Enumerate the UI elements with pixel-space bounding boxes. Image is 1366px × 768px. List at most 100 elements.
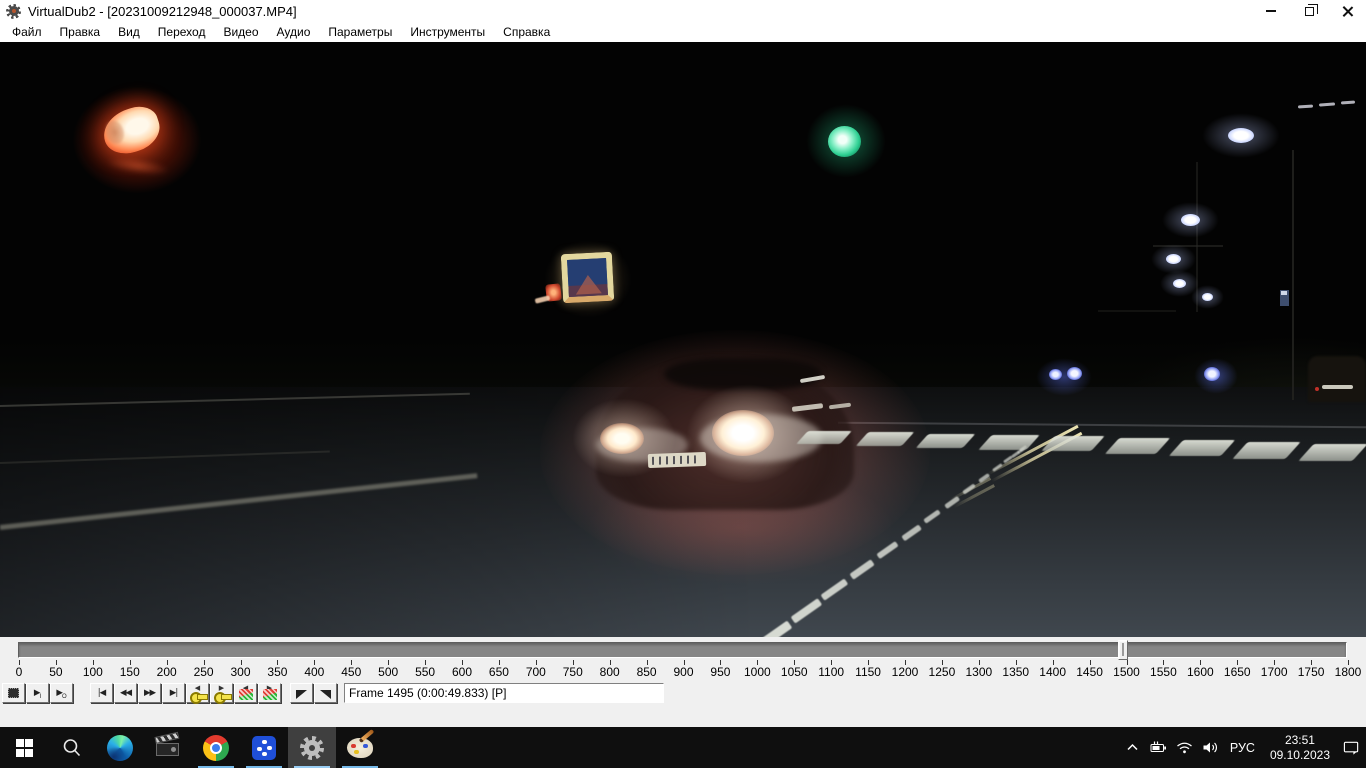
tick-label: 250 xyxy=(184,665,224,679)
play-output-sub: O xyxy=(62,694,67,700)
scene-icon xyxy=(263,689,277,700)
tick-label: 600 xyxy=(442,665,482,679)
menu-item-6[interactable]: Параметры xyxy=(319,23,401,41)
chevron-up-icon xyxy=(1125,740,1140,755)
stop-icon xyxy=(8,688,19,698)
distant-headlight xyxy=(1067,367,1082,380)
menu-item-7[interactable]: Инструменты xyxy=(401,23,494,41)
menu-item-3[interactable]: Переход xyxy=(149,23,215,41)
power-line-highlight xyxy=(1319,102,1335,106)
sign-small-light xyxy=(535,295,551,303)
crosswalk-sign xyxy=(561,252,614,304)
wifi-icon xyxy=(1176,740,1193,755)
search-icon xyxy=(61,737,83,759)
timeline: 0501001502002503003504004505005506006507… xyxy=(0,637,1366,681)
tick-label: 100 xyxy=(73,665,113,679)
menu-item-4[interactable]: Видео xyxy=(214,23,267,41)
menu-item-1[interactable]: Правка xyxy=(51,23,110,41)
brush-icon xyxy=(359,729,375,743)
tick-label: 1550 xyxy=(1143,665,1183,679)
pole-crossarm xyxy=(1098,310,1176,312)
go-to-end-button[interactable]: ▶| xyxy=(162,683,185,703)
battery-icon xyxy=(1150,740,1167,755)
key-icon xyxy=(214,691,230,700)
taskbar-video-editor[interactable] xyxy=(144,727,192,768)
mark-out-button[interactable] xyxy=(314,683,337,703)
frame-forward-button[interactable]: ▶▶ xyxy=(138,683,161,703)
tick-label: 1700 xyxy=(1254,665,1294,679)
key-next-button[interactable]: ▶ xyxy=(210,683,233,703)
language-indicator[interactable]: РУС xyxy=(1228,741,1257,755)
search-button[interactable] xyxy=(48,727,96,768)
tick-label: 900 xyxy=(664,665,704,679)
menu-item-2[interactable]: Вид xyxy=(109,23,149,41)
tick-label: 1250 xyxy=(922,665,962,679)
power-line-highlight xyxy=(1341,101,1355,105)
taskbar-virtualdub[interactable] xyxy=(288,727,336,768)
stop-button[interactable] xyxy=(2,683,25,703)
tick-label: 1350 xyxy=(996,665,1036,679)
tick-label: 1500 xyxy=(1107,665,1147,679)
scene-icon xyxy=(239,689,253,700)
distant-car-glow xyxy=(1036,358,1092,396)
system-tray: РУС 23:51 09.10.2023 xyxy=(1124,727,1366,768)
menu-item-0[interactable]: Файл xyxy=(3,23,51,41)
seek-bar[interactable] xyxy=(18,642,1347,658)
virtualdub-window: VirtualDub2 - [20231009212948_000037.MP4… xyxy=(0,0,1366,768)
tick-label: 650 xyxy=(479,665,519,679)
key-icon xyxy=(190,691,206,700)
frame-forward-icon: ▶▶ xyxy=(144,689,155,698)
tick-label: 1600 xyxy=(1180,665,1220,679)
taskbar-paint[interactable] xyxy=(336,727,384,768)
headlight-left xyxy=(600,423,644,454)
seek-thumb[interactable] xyxy=(1118,640,1128,660)
street-light xyxy=(1228,128,1254,143)
play-output-button[interactable]: ▶O xyxy=(50,683,73,703)
tick-label: 950 xyxy=(700,665,740,679)
tick-label: 1050 xyxy=(774,665,814,679)
restore-icon xyxy=(1305,7,1314,16)
taskbar-chrome[interactable] xyxy=(192,727,240,768)
tray-time: 23:51 xyxy=(1285,733,1315,747)
window-title: VirtualDub2 - [20231009212948_000037.MP4… xyxy=(28,4,297,19)
menu-item-5[interactable]: Аудио xyxy=(268,23,320,41)
minimize-button[interactable] xyxy=(1252,0,1290,22)
window-bottom-strip xyxy=(0,705,1366,727)
taskbar-edge[interactable] xyxy=(96,727,144,768)
tick-label: 400 xyxy=(294,665,334,679)
clock[interactable]: 23:51 09.10.2023 xyxy=(1266,733,1334,763)
window-controls xyxy=(1252,0,1366,22)
transport-controls: ▶I ▶O |◀ ◀◀ ▶▶ ▶| ◀ ▶ ◀ ▶ Frame 1495 (0:… xyxy=(0,681,1366,705)
tray-date: 09.10.2023 xyxy=(1270,748,1330,762)
frame-status-field: Frame 1495 (0:00:49.833) [P] xyxy=(344,683,664,703)
mark-out-icon xyxy=(320,690,331,699)
close-button[interactable] xyxy=(1328,0,1366,22)
parked-car-taillight xyxy=(1315,387,1319,391)
close-icon xyxy=(1342,6,1353,17)
distant-headlight xyxy=(1204,367,1220,381)
action-center-button[interactable] xyxy=(1343,740,1360,756)
tick-label: 1750 xyxy=(1291,665,1331,679)
go-to-start-button[interactable]: |◀ xyxy=(90,683,113,703)
play-input-button[interactable]: ▶I xyxy=(26,683,49,703)
frame-back-button[interactable]: ◀◀ xyxy=(114,683,137,703)
restore-button[interactable] xyxy=(1290,0,1328,22)
chrome-icon xyxy=(203,735,229,761)
tray-volume[interactable] xyxy=(1202,740,1219,756)
mark-in-button[interactable] xyxy=(290,683,313,703)
edge-icon xyxy=(107,735,133,761)
scene-reverse-button[interactable]: ◀ xyxy=(234,683,257,703)
key-previous-button[interactable]: ◀ xyxy=(186,683,209,703)
menu-item-8[interactable]: Справка xyxy=(494,23,559,41)
tray-battery[interactable] xyxy=(1150,740,1167,756)
start-button[interactable] xyxy=(0,727,48,768)
video-display-pane xyxy=(0,42,1366,637)
tray-chevron-up[interactable] xyxy=(1124,740,1141,756)
tray-wifi[interactable] xyxy=(1176,740,1193,756)
tick-label: 1450 xyxy=(1070,665,1110,679)
tick-label: 150 xyxy=(110,665,150,679)
menu-bar: ФайлПравкаВидПереходВидеоАудиоПараметрыИ… xyxy=(0,22,1366,42)
scene-forward-button[interactable]: ▶ xyxy=(258,683,281,703)
taskbar-blue-grid-app[interactable] xyxy=(240,727,288,768)
license-plate xyxy=(648,452,706,468)
